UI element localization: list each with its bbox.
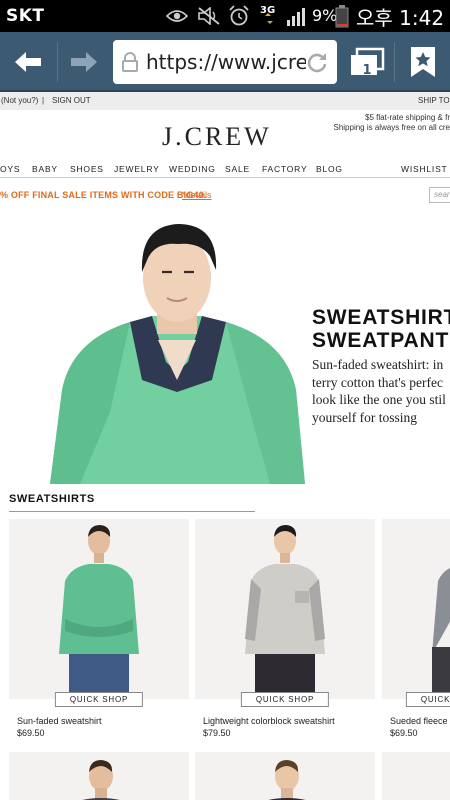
toolbar-divider [394,42,395,82]
hero-model-figure [50,224,305,484]
product-name[interactable]: Sueded fleece [390,716,448,726]
product-image[interactable] [9,752,189,800]
search-input[interactable]: sear [429,187,450,203]
section-divider [9,511,255,512]
quick-shop-button[interactable]: QUICK SHOP [54,692,144,707]
reload-icon[interactable] [305,50,329,79]
alarm-icon [228,5,250,32]
utility-separator: | [42,96,45,105]
promo-details-link[interactable]: *details [182,190,212,200]
product-model-figure [245,525,325,699]
signal-icon [287,6,309,31]
nav-item-sale[interactable]: SALE [225,164,250,174]
hero-description: Sun-faded sweatshirt: in terry cotton th… [312,356,450,426]
not-you-link[interactable]: (Not you?) [1,96,38,105]
sign-out-link[interactable]: SIGN OUT [52,96,91,105]
product-price: $79.50 [203,728,231,738]
status-bar: SKT 3G 9% 오후 1:42 [0,0,450,32]
hero-description-line-1: Sun-faded sweatshirt: in [312,357,444,372]
nav-item-factory[interactable]: FACTORY [262,164,307,174]
product-model-figure [82,760,120,800]
product-price: $69.50 [17,728,45,738]
nav-item-wedding[interactable]: WEDDING [169,164,216,174]
back-arrow-icon [15,52,41,72]
url-text[interactable]: https://www.jcrew [146,50,306,74]
ship-to-label[interactable]: SHIP TO: [418,96,450,105]
eye-icon [165,9,189,28]
product-image[interactable] [9,519,189,699]
hero-title[interactable]: SWEATSHIRT SWEATPANT [312,306,450,352]
network-3g-icon: 3G [259,3,279,32]
section-title: SWEATSHIRTS [9,493,95,505]
nav-item-wishlist[interactable]: WISHLIST [401,164,448,174]
nav-divider [0,177,450,178]
toolbar-divider [57,42,58,82]
quick-shop-button[interactable]: QUICK SHOP [405,692,450,707]
carrier-name: SKT [6,6,45,26]
clock: 오후 1:42 [356,6,445,30]
forward-button[interactable] [64,42,104,82]
bookmark-icon [411,47,435,77]
jcrew-logo[interactable]: J.CREW [162,122,272,152]
product-image[interactable] [382,752,450,800]
browser-toolbar: https://www.jcrew 1 [0,32,450,92]
battery-percent: 9% [312,6,338,25]
hero-model-image[interactable] [50,212,305,484]
lock-icon [121,52,139,77]
hero-title-line-2: SWEATPANT [312,329,450,352]
address-bar[interactable]: https://www.jcrew [113,40,337,84]
bookmark-button[interactable] [403,42,443,82]
mute-icon [197,6,221,30]
shipping-promo-line-2: Shipping is always free on all cre [333,123,450,132]
nav-item-baby[interactable]: BABY [32,164,58,174]
product-model-figure [59,525,139,699]
product-model-figure [268,760,306,800]
product-image[interactable] [382,519,450,699]
product-image[interactable] [195,519,375,699]
forward-arrow-icon [71,52,97,72]
nav-item-boys[interactable]: OYS [0,164,20,174]
quick-shop-button[interactable]: QUICK SHOP [240,692,330,707]
nav-item-jewelry[interactable]: JEWELRY [114,164,160,174]
web-page: (Not you?) | SIGN OUT SHIP TO: J.CREW $5… [0,92,450,800]
hero-description-line-2: terry cotton that's perfec [312,374,443,390]
hero-title-line-1: SWEATSHIRT [312,306,450,329]
product-model-figure [432,567,450,699]
hero-description-line-3: look like the one you stil [312,392,446,407]
product-name[interactable]: Sun-faded sweatshirt [17,716,102,726]
back-button[interactable] [8,42,48,82]
tab-count: 1 [362,63,372,78]
shipping-promo-line-1: $5 flat-rate shipping & fr [365,113,450,122]
utility-bar: (Not you?) | SIGN OUT SHIP TO: [0,92,450,110]
product-image[interactable] [195,752,375,800]
product-name[interactable]: Lightweight colorblock sweatshirt [203,716,335,726]
hero-description-line-4: yourself for tossing [312,409,417,425]
main-nav: OYS BABY SHOES JEWELRY WEDDING SALE FACT… [0,164,450,178]
nav-item-blog[interactable]: BLOG [316,164,343,174]
product-price: $69.50 [390,728,418,738]
nav-item-shoes[interactable]: SHOES [70,164,104,174]
promo-banner: % OFF FINAL SALE ITEMS WITH CODE BIG40. [0,190,207,200]
battery-icon [335,5,349,33]
tabs-button[interactable]: 1 [347,42,387,82]
